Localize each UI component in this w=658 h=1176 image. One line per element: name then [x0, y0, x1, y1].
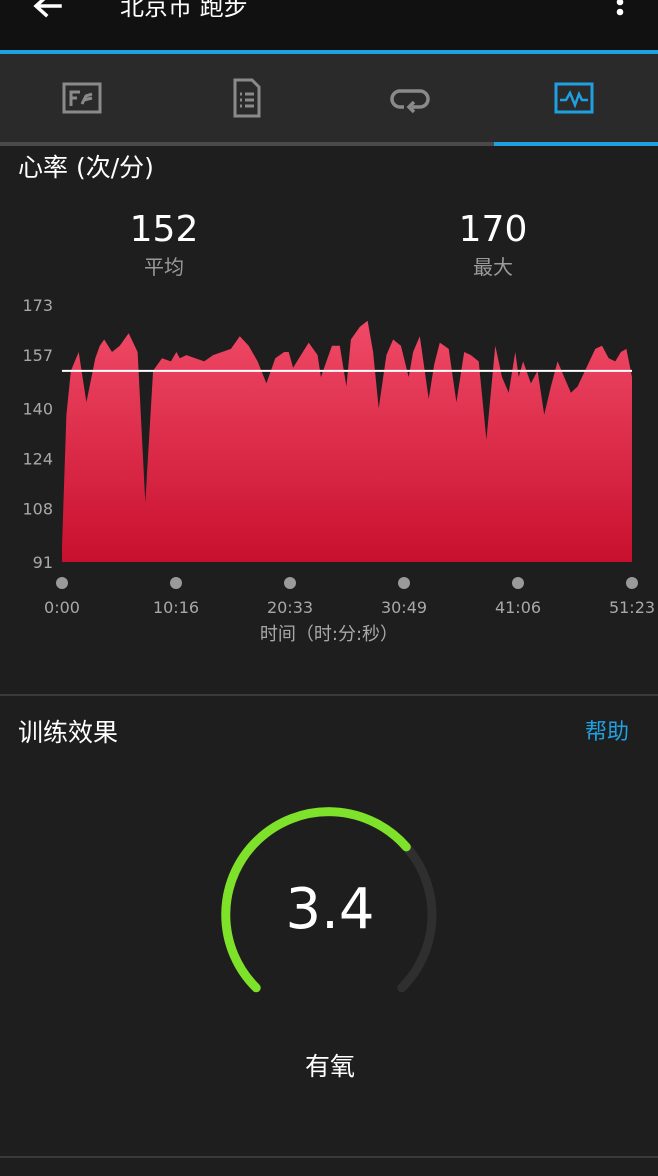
page-title: 北京市 跑步: [120, 0, 248, 21]
training-effect-value: 3.4: [285, 877, 375, 942]
tab-bar: [0, 54, 658, 142]
x-axis-title: 时间（时:分:秒）: [259, 624, 399, 645]
avg-heart-rate-label: 平均: [144, 255, 184, 279]
help-link[interactable]: 帮助: [570, 718, 644, 748]
map-overview-icon: [62, 82, 102, 114]
max-heart-rate-label: 最大: [473, 255, 513, 279]
heart-rate-chart-icon: [554, 82, 594, 114]
x-tick-label: 51:23: [609, 598, 655, 617]
x-tick-dot: [512, 577, 524, 589]
max-heart-rate-value: 170: [458, 209, 528, 250]
tab-details[interactable]: [164, 54, 328, 142]
tab-underline: [0, 142, 658, 146]
training-effect-title: 训练效果: [18, 718, 119, 747]
y-tick-label: 157: [22, 346, 53, 365]
tab-laps[interactable]: [328, 54, 492, 142]
laps-loop-icon: [390, 89, 430, 114]
x-tick-dot: [170, 577, 182, 589]
active-tab-indicator: [494, 142, 658, 146]
y-tick-label: 173: [22, 296, 53, 315]
x-tick-label: 20:33: [267, 598, 313, 617]
y-tick-label: 140: [22, 399, 53, 418]
heart-rate-chart[interactable]: 173 157 140 124 108 91 0:00 10:16 20:33 30:49 41:…: [0, 290, 658, 620]
x-tick-dot: [398, 577, 410, 589]
training-effect-label: 有氧: [304, 1052, 355, 1081]
x-tick-label: 0:00: [44, 598, 80, 617]
bottom-divider: [0, 1156, 658, 1158]
avg-heart-rate-value: 152: [129, 209, 199, 250]
tab-charts[interactable]: [492, 54, 656, 142]
y-tick-label: 91: [33, 553, 53, 572]
x-tick-label: 41:06: [495, 598, 541, 617]
x-tick-dot: [626, 577, 638, 589]
section-divider: [0, 694, 658, 696]
app-bar: 北京市 跑步: [0, 0, 658, 50]
heart-rate-area: [62, 320, 632, 562]
back-arrow-icon[interactable]: [30, 0, 66, 30]
y-tick-label: 108: [22, 500, 53, 519]
y-tick-label: 124: [22, 450, 53, 469]
more-options-icon[interactable]: [608, 0, 632, 26]
x-tick-label: 10:16: [153, 598, 199, 617]
details-list-icon: [233, 78, 261, 118]
tab-overview[interactable]: [0, 54, 164, 142]
x-tick-dot: [56, 577, 68, 589]
heart-rate-title: 心率 (次/分): [18, 153, 154, 182]
x-tick-label: 30:49: [381, 598, 427, 617]
x-tick-dot: [284, 577, 296, 589]
